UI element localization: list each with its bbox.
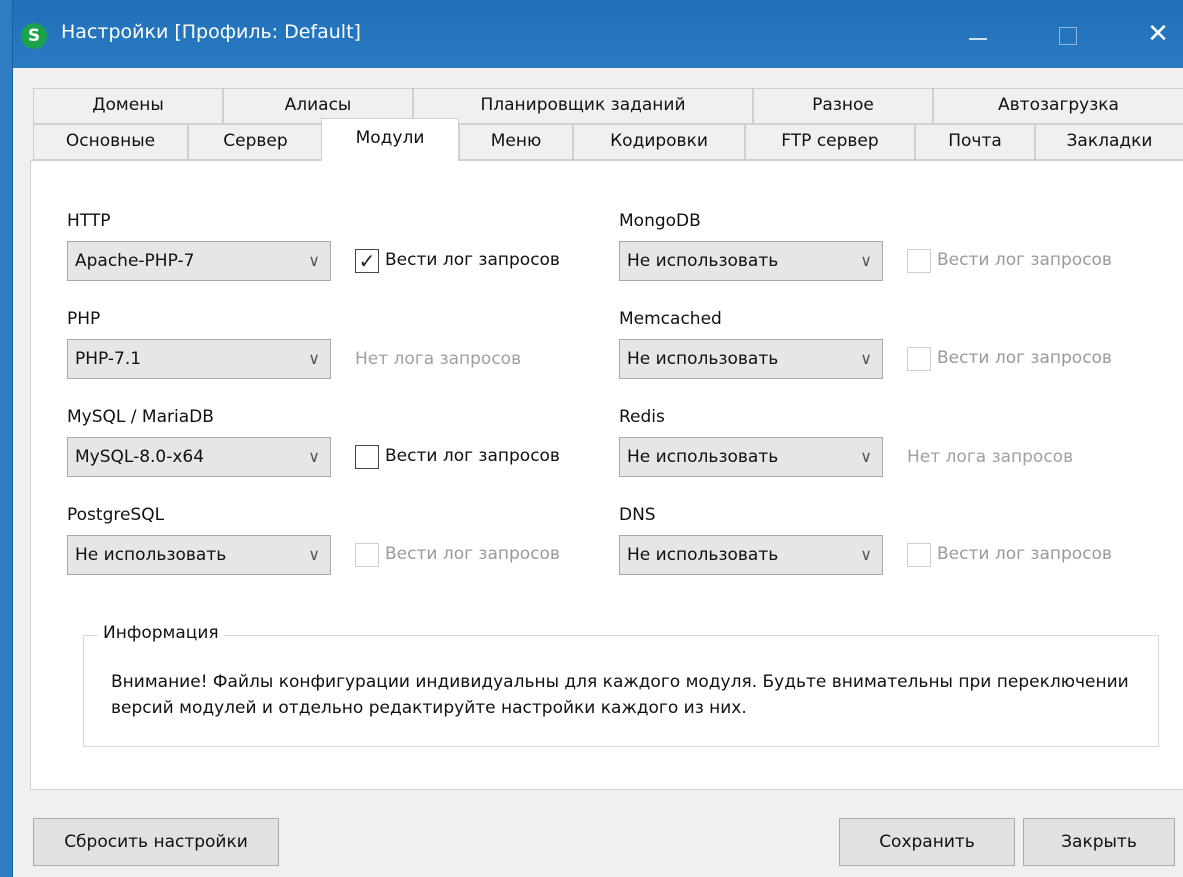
app-icon: S bbox=[21, 23, 47, 49]
postgresql-select[interactable]: Не использовать ∨ bbox=[67, 535, 331, 575]
info-group: Информация Внимание! Файлы конфигурации … bbox=[83, 623, 1159, 747]
mongodb-log-label: Вести лог запросов bbox=[937, 250, 1112, 270]
dns-select-value: Не использовать bbox=[627, 545, 779, 565]
tab-general[interactable]: Основные bbox=[33, 124, 188, 160]
redis-label: Redis bbox=[619, 407, 665, 427]
http-label: HTTP bbox=[67, 211, 111, 231]
mongodb-select[interactable]: Не использовать ∨ bbox=[619, 241, 883, 281]
chevron-down-icon: ∨ bbox=[860, 447, 872, 466]
mysql-log-checkbox[interactable]: Вести лог запросов bbox=[355, 443, 595, 473]
tab-ftp-server[interactable]: FTP сервер bbox=[745, 124, 915, 160]
reset-settings-button[interactable]: Сбросить настройки bbox=[33, 818, 279, 866]
memcached-select-value: Не использовать bbox=[627, 349, 779, 369]
chevron-down-icon: ∨ bbox=[308, 251, 320, 270]
chevron-down-icon: ∨ bbox=[308, 447, 320, 466]
postgresql-log-checkbox: Вести лог запросов bbox=[355, 541, 595, 571]
chevron-down-icon: ∨ bbox=[308, 349, 320, 368]
redis-select-value: Не использовать bbox=[627, 447, 779, 467]
settings-window: S Настройки [Профиль: Default] ✕ Домены … bbox=[12, 0, 1183, 877]
mysql-select-value: MySQL-8.0-x64 bbox=[75, 447, 205, 467]
mongodb-log-checkbox: Вести лог запросов bbox=[907, 247, 1147, 277]
php-select-value: PHP-7.1 bbox=[75, 349, 142, 369]
tab-scheduler[interactable]: Планировщик заданий bbox=[413, 88, 753, 124]
redis-no-log-text: Нет лога запросов bbox=[907, 447, 1074, 467]
memcached-select[interactable]: Не использовать ∨ bbox=[619, 339, 883, 379]
checkbox-disabled-icon bbox=[907, 543, 931, 567]
title-bar[interactable]: S Настройки [Профиль: Default] ✕ bbox=[13, 0, 1183, 68]
memcached-label: Memcached bbox=[619, 309, 722, 329]
chevron-down-icon: ∨ bbox=[860, 251, 872, 270]
checkbox-disabled-icon bbox=[907, 249, 931, 273]
checkbox-disabled-icon bbox=[355, 543, 379, 567]
checkbox-checked-icon: ✓ bbox=[355, 249, 379, 273]
mysql-select[interactable]: MySQL-8.0-x64 ∨ bbox=[67, 437, 331, 477]
modules-panel: HTTP Apache-PHP-7 ∨ ✓ Вести лог запросов… bbox=[30, 160, 1183, 790]
php-no-log-text: Нет лога запросов bbox=[355, 349, 522, 369]
tab-autostart[interactable]: Автозагрузка bbox=[933, 88, 1183, 124]
http-log-checkbox[interactable]: ✓ Вести лог запросов bbox=[355, 247, 595, 277]
chevron-down-icon: ∨ bbox=[308, 545, 320, 564]
http-log-label: Вести лог запросов bbox=[385, 250, 560, 270]
tab-domains[interactable]: Домены bbox=[33, 88, 223, 124]
postgresql-select-value: Не использовать bbox=[75, 545, 227, 565]
checkbox-disabled-icon bbox=[907, 347, 931, 371]
tab-misc[interactable]: Разное bbox=[753, 88, 933, 124]
dns-log-checkbox: Вести лог запросов bbox=[907, 541, 1147, 571]
tab-mail[interactable]: Почта bbox=[915, 124, 1035, 160]
php-label: PHP bbox=[67, 309, 101, 329]
maximize-button[interactable] bbox=[1043, 14, 1093, 54]
tab-menu[interactable]: Меню bbox=[459, 124, 573, 160]
mysql-log-label: Вести лог запросов bbox=[385, 446, 560, 466]
postgresql-log-label: Вести лог запросов bbox=[385, 544, 560, 564]
mysql-label: MySQL / MariaDB bbox=[67, 407, 214, 427]
http-select[interactable]: Apache-PHP-7 ∨ bbox=[67, 241, 331, 281]
info-legend: Информация bbox=[98, 623, 224, 643]
minimize-button[interactable] bbox=[953, 14, 1003, 54]
http-select-value: Apache-PHP-7 bbox=[75, 251, 195, 271]
tab-bookmarks[interactable]: Закладки bbox=[1035, 124, 1183, 160]
desktop-background bbox=[0, 0, 12, 877]
memcached-log-label: Вести лог запросов bbox=[937, 348, 1112, 368]
mongodb-select-value: Не использовать bbox=[627, 251, 779, 271]
info-text: Внимание! Файлы конфигурации индивидуаль… bbox=[111, 672, 1129, 718]
chevron-down-icon: ∨ bbox=[860, 545, 872, 564]
php-select[interactable]: PHP-7.1 ∨ bbox=[67, 339, 331, 379]
dns-label: DNS bbox=[619, 505, 656, 525]
dns-log-label: Вести лог запросов bbox=[937, 544, 1112, 564]
window-title: Настройки [Профиль: Default] bbox=[61, 21, 361, 43]
save-button[interactable]: Сохранить bbox=[839, 818, 1015, 866]
memcached-log-checkbox: Вести лог запросов bbox=[907, 345, 1147, 375]
dns-select[interactable]: Не использовать ∨ bbox=[619, 535, 883, 575]
close-window-button[interactable]: ✕ bbox=[1133, 14, 1183, 54]
chevron-down-icon: ∨ bbox=[860, 349, 872, 368]
tab-modules[interactable]: Модули bbox=[321, 118, 459, 161]
checkbox-unchecked-icon bbox=[355, 445, 379, 469]
mongodb-label: MongoDB bbox=[619, 211, 701, 231]
close-button[interactable]: Закрыть bbox=[1023, 818, 1175, 866]
tab-encodings[interactable]: Кодировки bbox=[573, 124, 745, 160]
tab-server[interactable]: Сервер bbox=[188, 124, 323, 160]
postgresql-label: PostgreSQL bbox=[67, 505, 165, 525]
redis-select[interactable]: Не использовать ∨ bbox=[619, 437, 883, 477]
